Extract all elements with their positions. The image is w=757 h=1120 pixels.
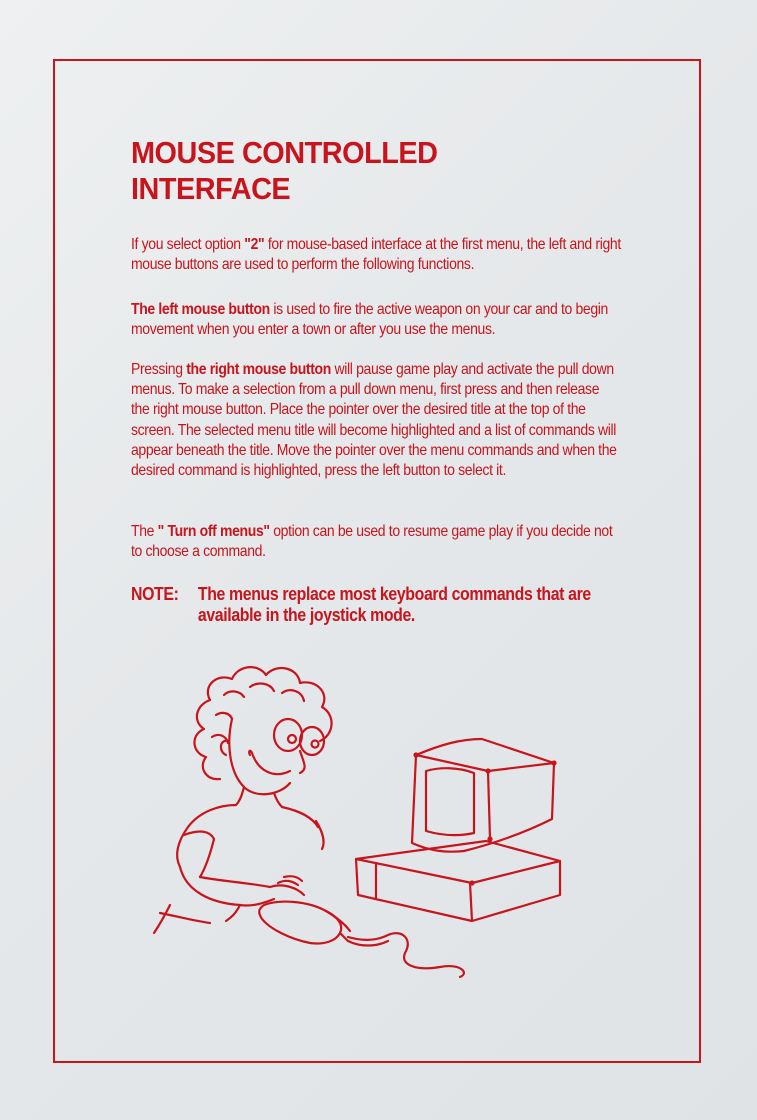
title-line-2: INTERFACE xyxy=(131,171,291,206)
paragraph-turn-off-menus: The " Turn off menus" option can be used… xyxy=(131,522,621,562)
p2-bold: The left mouse button xyxy=(131,301,270,318)
cartoon-person-using-computer-mouse-icon xyxy=(140,655,610,985)
p4-bold: " Turn off menus" xyxy=(157,523,270,540)
p1-bold: "2" xyxy=(244,236,265,253)
p4-text-start: The xyxy=(131,523,158,540)
paragraph-left-button: The left mouse button is used to fire th… xyxy=(131,300,621,340)
page-title: MOUSE CONTROLLED INTERFACE xyxy=(131,135,438,207)
note-label: NOTE: xyxy=(131,584,179,604)
paragraph-right-button: Pressing the right mouse button will pau… xyxy=(131,360,621,481)
p3-bold: the right mouse button xyxy=(186,361,331,378)
title-line-1: MOUSE CONTROLLED xyxy=(131,135,438,170)
manual-page: MOUSE CONTROLLED INTERFACE If you select… xyxy=(0,0,757,1120)
p3-text-start: Pressing xyxy=(131,361,187,378)
note-text: The menus replace most keyboard commands… xyxy=(197,584,591,625)
p3-text-end: will pause game play and activate the pu… xyxy=(131,361,617,480)
p1-text-start: If you select option xyxy=(131,236,245,253)
paragraph-option-2: If you select option "2" for mouse-based… xyxy=(131,235,621,275)
